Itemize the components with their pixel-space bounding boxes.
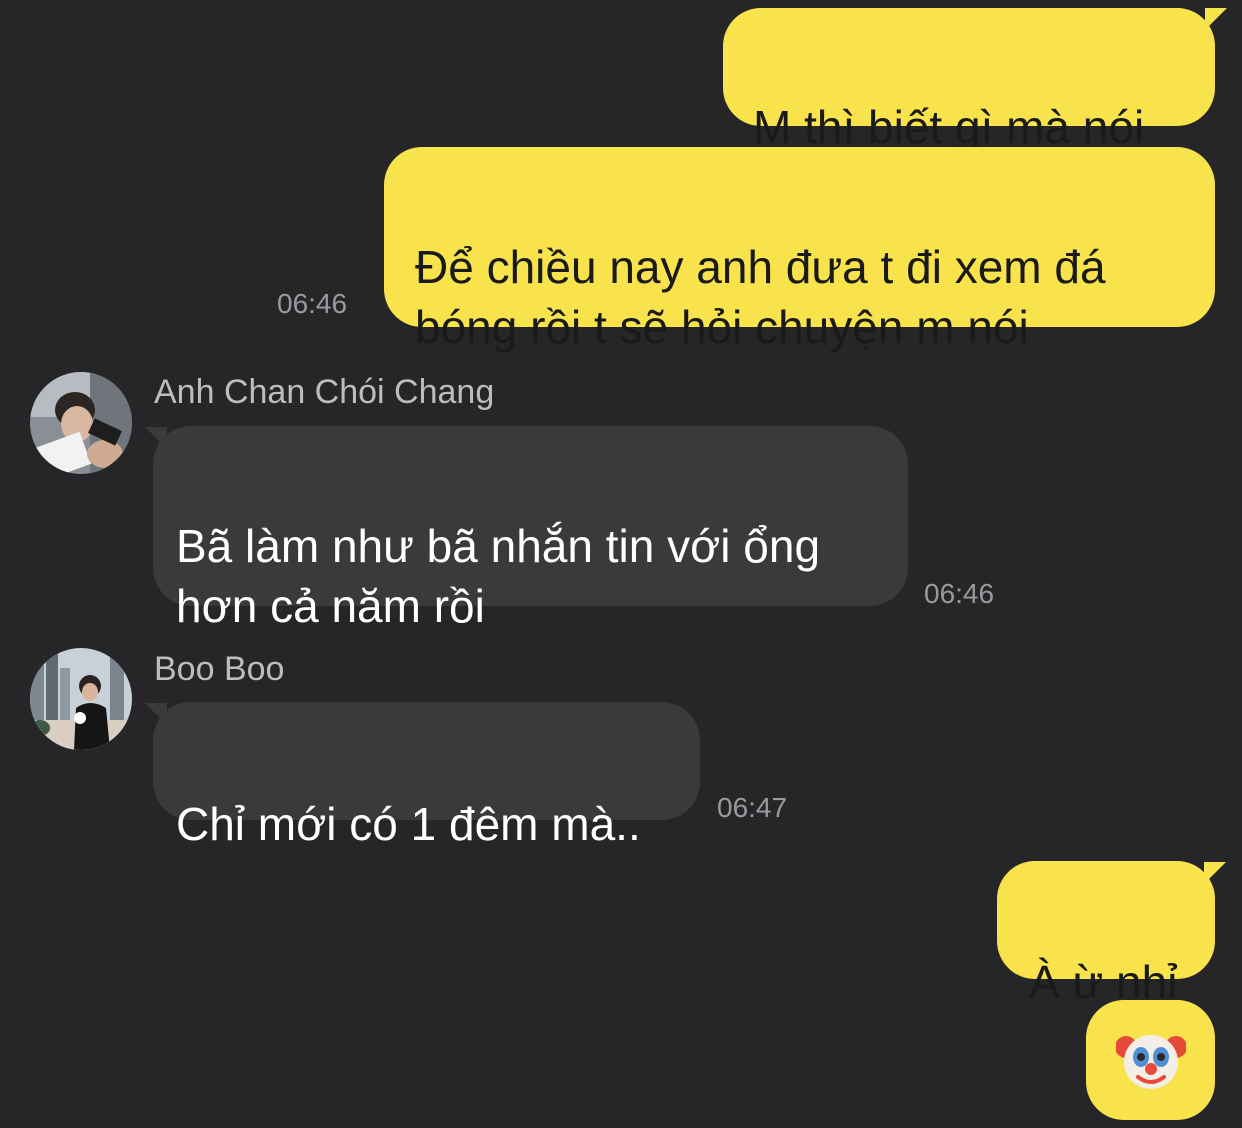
message-timestamp: 06:47	[717, 792, 788, 823]
message-text: M thì biết gì mà nói	[753, 101, 1145, 153]
message-bubble-outgoing[interactable]: Để chiều nay anh đưa t đi xem đá bóng rồ…	[384, 147, 1215, 353]
sender-name: Anh Chan Chói Chang	[154, 373, 495, 411]
message-text: Bã làm như bã nhắn tin với ổng hơn cả nă…	[176, 520, 821, 632]
avatar-boo-boo[interactable]	[30, 648, 132, 750]
message-text: Chỉ mới có 1 đêm mà..	[176, 798, 641, 850]
clown-face-icon	[1116, 1035, 1186, 1089]
message-bubble-outgoing[interactable]: M thì biết gì mà nói	[723, 8, 1215, 153]
avatar-photo	[30, 648, 132, 750]
message-timestamp: 06:46	[277, 288, 348, 319]
avatar-photo	[30, 372, 132, 474]
message-text: Để chiều nay anh đưa t đi xem đá bóng rồ…	[415, 241, 1106, 353]
sender-name: Boo Boo	[154, 650, 285, 688]
message-bubble-incoming[interactable]: Chỉ mới có 1 đêm mà..	[153, 702, 700, 850]
message-bubble-outgoing[interactable]	[1086, 1000, 1215, 1120]
message-timestamp: 06:46	[924, 578, 995, 609]
message-bubble-incoming[interactable]: Bã làm như bã nhắn tin với ổng hơn cả nă…	[153, 426, 908, 632]
avatar-anh-chan[interactable]	[30, 372, 132, 474]
message-bubble-outgoing[interactable]: À ừ nhỉ	[997, 861, 1215, 1008]
